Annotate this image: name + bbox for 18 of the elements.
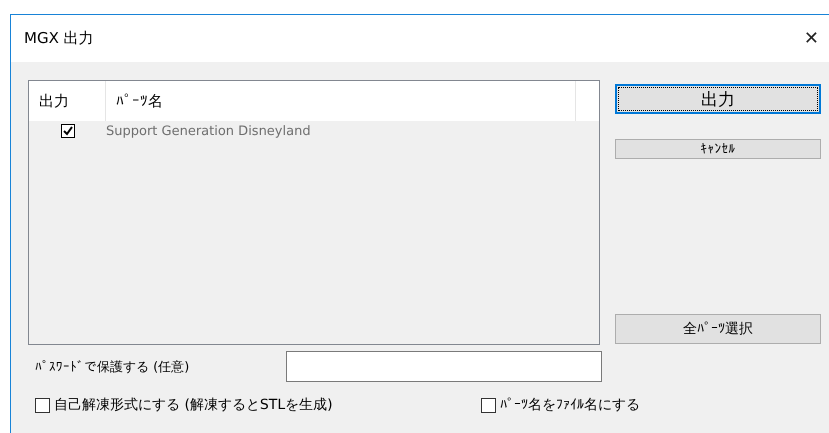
password-label: ﾊﾟｽﾜｰﾄﾞで保護する (任意) [35, 358, 190, 376]
part-name: Support Generation Disneyland [106, 124, 311, 138]
column-header[interactable]: ﾊﾟｰﾂ名 [106, 81, 576, 121]
option-label: 自己解凍形式にする (解凍するとSTLを生成) [54, 396, 333, 414]
select-all-button[interactable]: 全ﾊﾟｰﾂ選択 [615, 314, 821, 344]
close-button[interactable]: ✕ [800, 28, 823, 49]
option-checkbox[interactable]: ﾊﾟｰﾂ名をﾌｧｲﾙ名にする [481, 396, 781, 414]
password-field[interactable] [286, 351, 602, 382]
checkbox[interactable] [35, 398, 50, 412]
checkbox[interactable] [60, 124, 74, 138]
column-header[interactable]: 出力 [29, 81, 106, 121]
option-checkbox[interactable]: 自己解凍形式にする (解凍するとSTLを生成) [35, 396, 481, 414]
check-icon [62, 126, 72, 136]
option-label: ﾊﾟｰﾂ名をﾌｧｲﾙ名にする [500, 396, 640, 414]
output-button[interactable]: 出力 [615, 84, 821, 114]
cancel-button[interactable]: ｷｬﾝｾﾙ [615, 139, 821, 159]
checkbox[interactable] [481, 398, 496, 412]
window-title: MGX 出力 [24, 29, 94, 48]
